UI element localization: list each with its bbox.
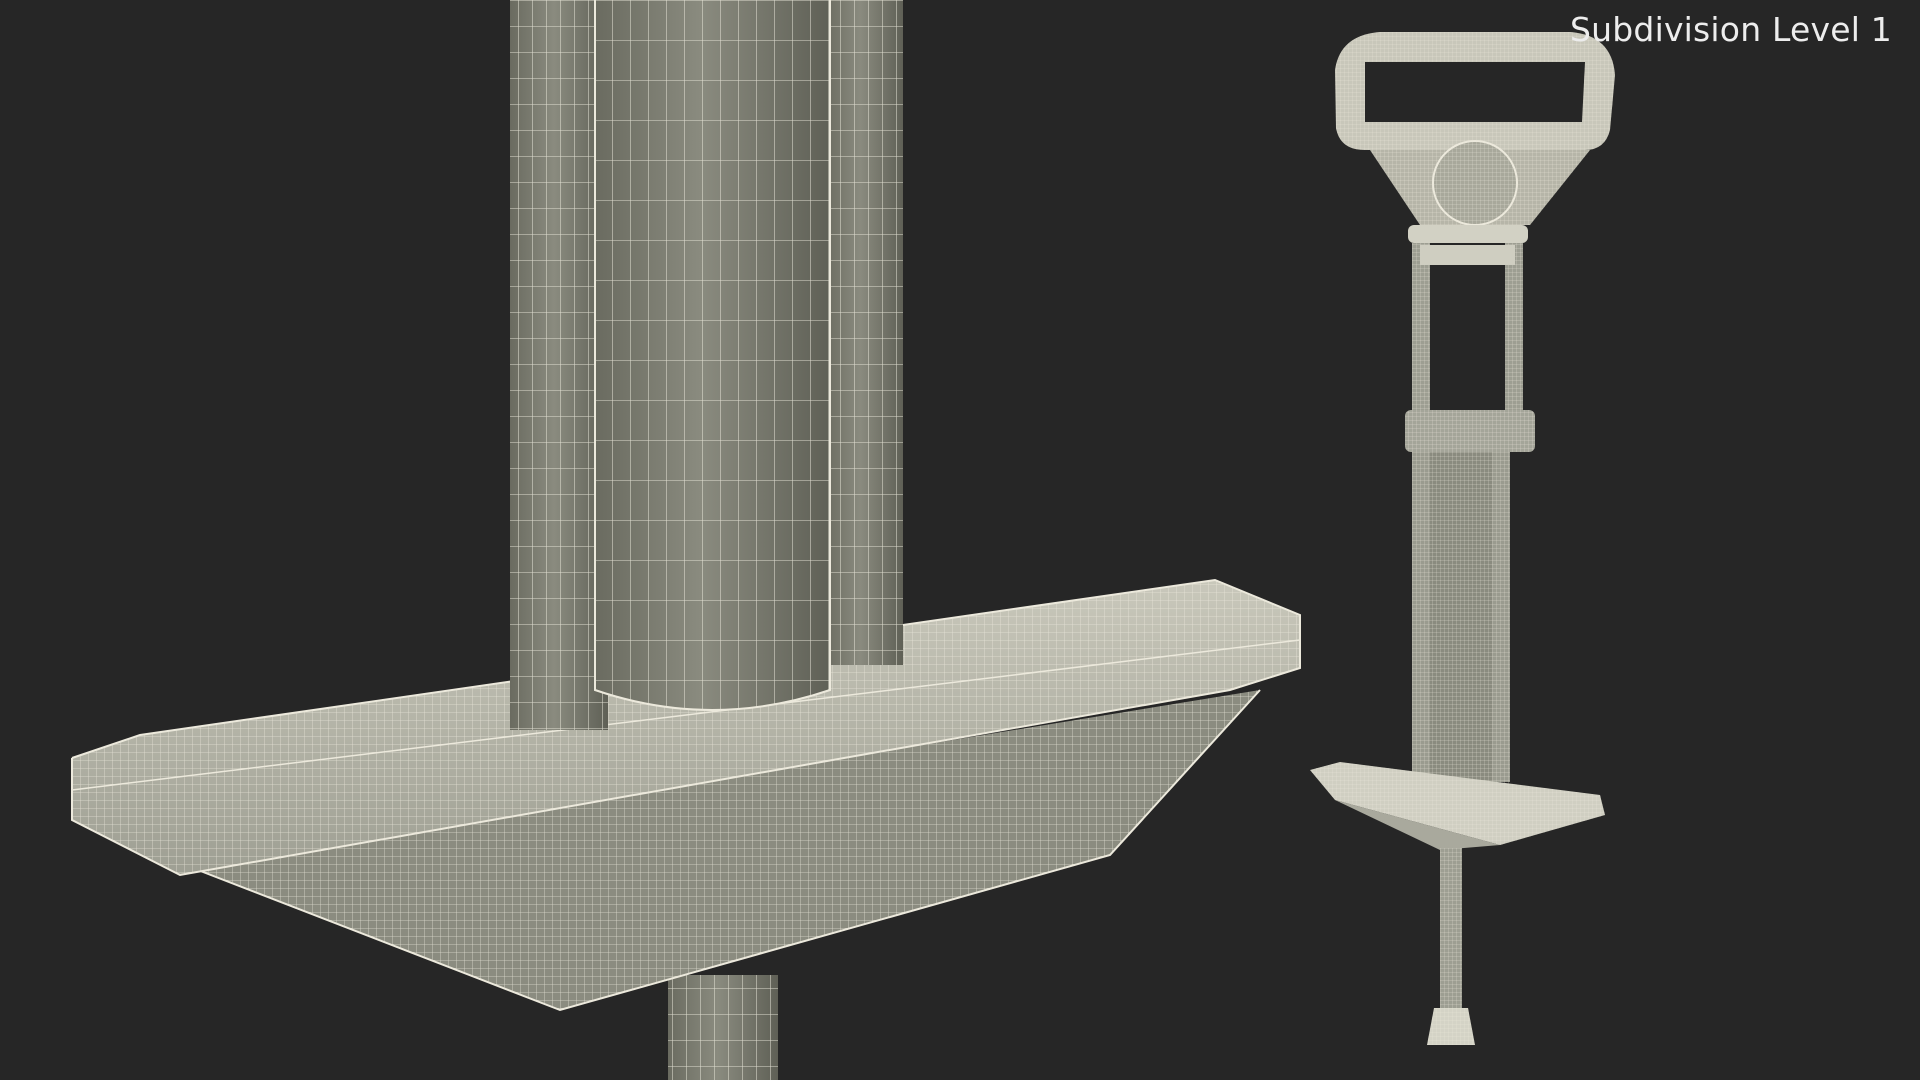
subdivision-level-caption: Subdivision Level 1 [1570,10,1892,49]
closeup-right-rod [825,0,903,665]
closeup-pogo-stick [71,0,1301,1080]
handle-bar [1335,32,1615,150]
wireframe-render [71,0,1615,1080]
lower-tubes [1412,452,1510,792]
closeup-left-rod [510,0,608,730]
upper-frame [1412,243,1523,410]
handle-yoke [1370,140,1590,243]
pogo-shaft [1427,848,1475,1045]
full-pogo-stick [1310,32,1615,1045]
closeup-bottom-shaft [668,975,778,1080]
spring-collar [1405,410,1535,452]
closeup-center-tube [594,0,831,711]
render-viewport: Subdivision Level 1 [0,0,1920,1080]
